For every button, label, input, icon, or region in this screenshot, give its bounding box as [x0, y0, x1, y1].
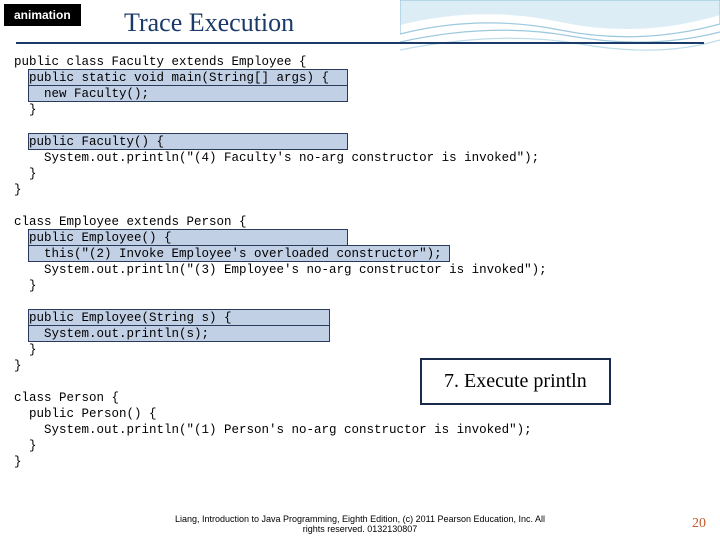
slide-title: Trace Execution — [124, 8, 294, 38]
footer-line1: Liang, Introduction to Java Programming,… — [175, 514, 545, 524]
page-number: 20 — [692, 516, 706, 532]
footer-citation: Liang, Introduction to Java Programming,… — [0, 514, 720, 534]
code-block: public class Faculty extends Employee { … — [14, 54, 706, 470]
footer-line2: rights reserved. 0132130807 — [303, 524, 418, 534]
step-callout: 7. Execute println — [420, 358, 611, 405]
title-underline — [16, 42, 704, 44]
animation-tag: animation — [4, 4, 81, 26]
